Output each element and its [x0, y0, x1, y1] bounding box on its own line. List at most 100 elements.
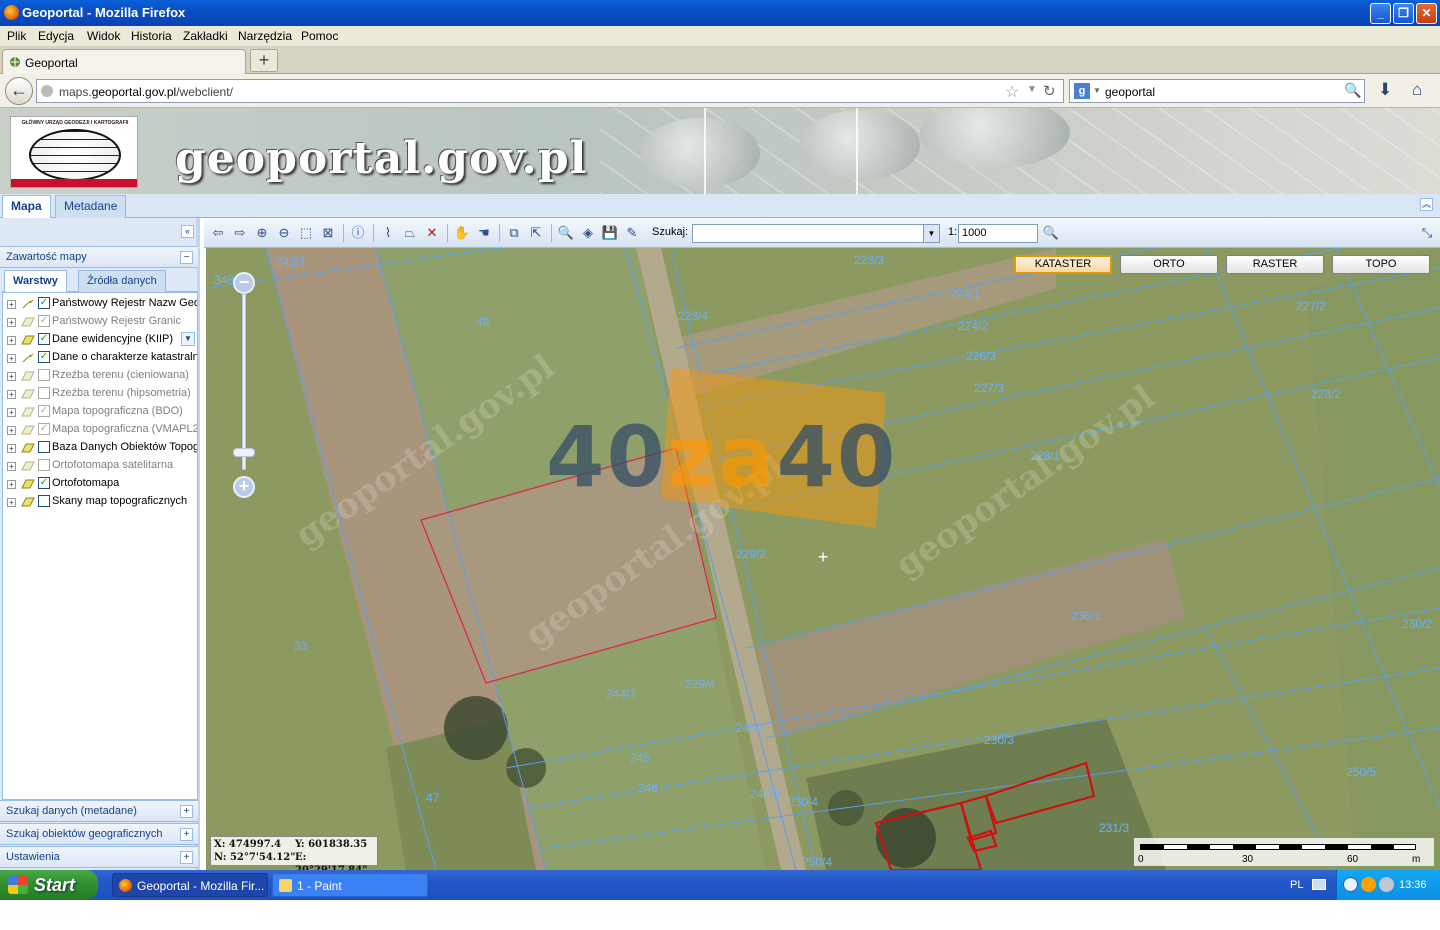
parcel-label[interactable]: 230/3	[984, 733, 1014, 747]
url-bar[interactable]: maps.geoportal.gov.pl/webclient/ ☆ ▼ ↻	[36, 79, 1064, 103]
subtab-warstwy[interactable]: Warstwy	[4, 270, 67, 292]
taskbar-item-paint[interactable]: 1 - Paint	[272, 873, 428, 897]
map-view[interactable]: 223/3 223/4 224/1 224/2 226/3 227/3 227/2 228/2…	[206, 248, 1440, 870]
layer-row[interactable]: + ✓ Dane ewidencyjne (KIIP) ▼	[3, 331, 197, 349]
section-search-geo-objects[interactable]: Szukaj obiektów geograficznych +	[0, 823, 198, 845]
location-search-combo[interactable]: ▼	[692, 224, 940, 243]
layer-row[interactable]: + ✓ Dane o charakterze katastralny	[3, 349, 197, 367]
expand-icon[interactable]: +	[7, 480, 16, 489]
base-layer-topo-button[interactable]: TOPO	[1332, 255, 1430, 274]
language-indicator[interactable]: PL	[1290, 879, 1303, 891]
window-titlebar[interactable]: Geoportal - Mozilla Firefox _ ❐ ✕	[0, 0, 1440, 26]
layer-visibility-checkbox[interactable]: ✓	[38, 351, 50, 363]
parcel-label[interactable]: 229/2	[736, 547, 766, 561]
menu-edycja[interactable]: Edycja	[38, 29, 74, 43]
tray-app-icon[interactable]	[1361, 877, 1376, 892]
start-button[interactable]: Start	[0, 870, 98, 900]
expand-icon[interactable]: +	[7, 354, 16, 363]
base-layer-raster-button[interactable]: RASTER	[1226, 255, 1324, 274]
parcel-label[interactable]: 228/2	[1311, 387, 1341, 401]
scale-zoom-icon[interactable]: 🔍	[1042, 224, 1060, 242]
base-layer-orto-button[interactable]: ORTO	[1120, 255, 1218, 274]
collapse-header-icon[interactable]: ︽	[1420, 198, 1433, 211]
tray-app-icon[interactable]	[1379, 877, 1394, 892]
keyboard-icon[interactable]	[1312, 879, 1326, 890]
layer-options-dropdown-icon[interactable]: ▼	[181, 332, 195, 346]
expand-icon[interactable]: +	[7, 318, 16, 327]
reload-icon[interactable]: ↻	[1043, 82, 1056, 100]
next-extent-icon[interactable]: ⇨	[231, 224, 249, 242]
measure-area-icon[interactable]: ⏢	[401, 224, 419, 242]
google-engine-icon[interactable]: g	[1074, 83, 1090, 99]
zoom-out-button[interactable]: −	[233, 272, 255, 294]
layers-icon[interactable]: ◈	[579, 224, 597, 242]
clear-measure-icon[interactable]: ✕	[423, 224, 441, 242]
link-icon[interactable]: ⧉	[505, 224, 523, 242]
parcel-label[interactable]: 229/4	[685, 677, 715, 691]
find-icon[interactable]: 🔍	[557, 224, 575, 242]
section-expand-icon[interactable]: +	[180, 828, 193, 841]
layer-visibility-checkbox[interactable]: ✓	[38, 477, 50, 489]
close-button[interactable]: ✕	[1416, 3, 1437, 24]
layer-row[interactable]: + ✓ Państwowy Rejestr Nazw Geo	[3, 295, 197, 313]
zoom-in-button[interactable]: +	[233, 476, 255, 498]
zoom-box-icon[interactable]: ⬚	[297, 224, 315, 242]
tab-metadane[interactable]: Metadane	[55, 195, 127, 218]
info-icon[interactable]: ⓘ	[349, 224, 367, 242]
layer-row[interactable]: + Rzeźba terenu (hipsometria)	[3, 385, 197, 403]
scale-input[interactable]: 1000	[958, 224, 1038, 243]
layer-visibility-checkbox[interactable]	[38, 441, 50, 453]
section-collapse-icon[interactable]: −	[180, 251, 193, 264]
expand-icon[interactable]: +	[7, 444, 16, 453]
home-icon[interactable]: ⌂	[1412, 80, 1422, 100]
parcel-label[interactable]: 224/1	[950, 287, 980, 301]
parcel-label[interactable]: 245	[630, 751, 650, 765]
layer-visibility-checkbox[interactable]	[38, 369, 50, 381]
section-settings[interactable]: Ustawienia +	[0, 846, 198, 868]
zoom-thumb[interactable]	[233, 448, 255, 457]
parcel-label[interactable]: 230/2	[1402, 617, 1432, 631]
search-magnifier-icon[interactable]: 🔍	[1344, 82, 1361, 99]
layer-visibility-checkbox[interactable]: ✓	[38, 315, 50, 327]
layer-row[interactable]: + Rzeźba terenu (cieniowana)	[3, 367, 197, 385]
expand-icon[interactable]: +	[7, 498, 16, 507]
parcel-label[interactable]: 223/4	[678, 309, 708, 323]
layer-row[interactable]: + ✓ Ortofotomapa	[3, 475, 197, 493]
layer-row[interactable]: + ✓ Mapa topograficzna (BDO)	[3, 403, 197, 421]
parcel-label[interactable]: 243/1	[276, 255, 306, 269]
menu-plik[interactable]: Plik	[7, 29, 26, 43]
layer-visibility-checkbox[interactable]: ✓	[38, 405, 50, 417]
new-tab-button[interactable]: +	[250, 49, 278, 72]
expand-icon[interactable]: +	[7, 372, 16, 381]
search-input[interactable]: geoportal	[1105, 85, 1155, 99]
parcel-label[interactable]: 244/1	[606, 687, 636, 701]
menu-narzedzia[interactable]: Narzędzia	[238, 29, 292, 43]
layer-row[interactable]: + Skany map topograficznych	[3, 493, 197, 511]
subtab-zrodla-danych[interactable]: Źródła danych	[78, 270, 166, 292]
restore-icon[interactable]: ❐	[1393, 3, 1414, 24]
parcel-label[interactable]: 250/4	[802, 855, 832, 869]
full-extent-icon[interactable]: ⊠	[319, 224, 337, 242]
gugik-logo[interactable]: GŁÓWNY URZĄD GEODEZJI I KARTOGRAFII	[10, 116, 138, 188]
parcel-label[interactable]: 224/2	[958, 319, 988, 333]
layer-visibility-checkbox[interactable]: ✓	[38, 297, 50, 309]
export-icon[interactable]: ⇱	[527, 224, 545, 242]
collapse-panel-icon[interactable]: «	[181, 225, 194, 238]
downloads-icon[interactable]: ⬇	[1378, 80, 1392, 100]
base-layer-kataster-button[interactable]: KATASTER	[1014, 255, 1112, 274]
parcel-label[interactable]: 247/3	[750, 787, 780, 801]
layer-visibility-checkbox[interactable]	[38, 387, 50, 399]
zoom-out-icon[interactable]: ⊖	[275, 224, 293, 242]
save-icon[interactable]: 💾	[601, 224, 619, 242]
layer-row[interactable]: + Baza Danych Obiektów Topogr	[3, 439, 197, 457]
search-bar[interactable]: g ▼ geoportal 🔍	[1069, 79, 1365, 103]
parcel-label[interactable]: 250/5	[1346, 765, 1376, 779]
previous-extent-icon[interactable]: ⇦	[209, 224, 227, 242]
parcel-label[interactable]: 47	[426, 791, 440, 805]
tray-arrow-icon[interactable]	[1343, 877, 1358, 892]
zoom-track[interactable]	[242, 294, 246, 470]
menu-widok[interactable]: Widok	[87, 29, 120, 43]
expand-icon[interactable]: +	[7, 300, 16, 309]
layer-visibility-checkbox[interactable]	[38, 495, 50, 507]
tab-mapa[interactable]: Mapa	[2, 195, 51, 218]
